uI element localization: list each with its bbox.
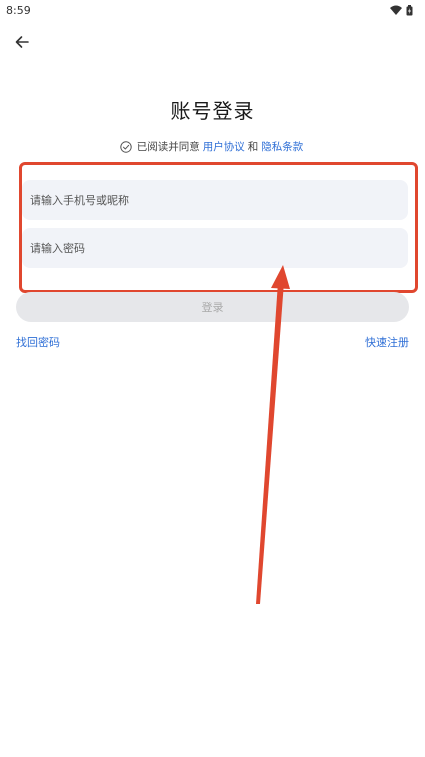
arrow-left-icon [14,34,30,54]
privacy-policy-link[interactable]: 隐私条款 [261,139,303,154]
agreement-prefix: 已阅读并同意 [136,141,200,153]
status-icons [390,4,413,16]
password-input[interactable] [22,228,408,268]
phone-or-nickname-input[interactable] [22,180,408,220]
user-agreement-link[interactable]: 用户协议 [203,139,245,154]
agreement-row: 已阅读并同意 用户协议 和 隐私条款 [0,139,425,154]
back-button[interactable] [10,32,34,56]
circle-check-icon[interactable] [120,140,132,153]
login-button[interactable]: 登录 [16,292,409,322]
battery-icon [406,4,413,16]
quick-register-link[interactable]: 快速注册 [365,334,409,350]
login-screen: 8:59 账号登录 已阅读并同意 用户协议 和 隐私条款 登录 找回密码 快速注… [0,0,425,757]
agreement-conjunction: 和 [247,141,259,153]
forgot-password-link[interactable]: 找回密码 [16,334,60,350]
status-bar: 8:59 [0,0,425,20]
status-time: 8:59 [6,3,31,17]
wifi-icon [390,5,402,15]
page-title: 账号登录 [170,99,255,123]
